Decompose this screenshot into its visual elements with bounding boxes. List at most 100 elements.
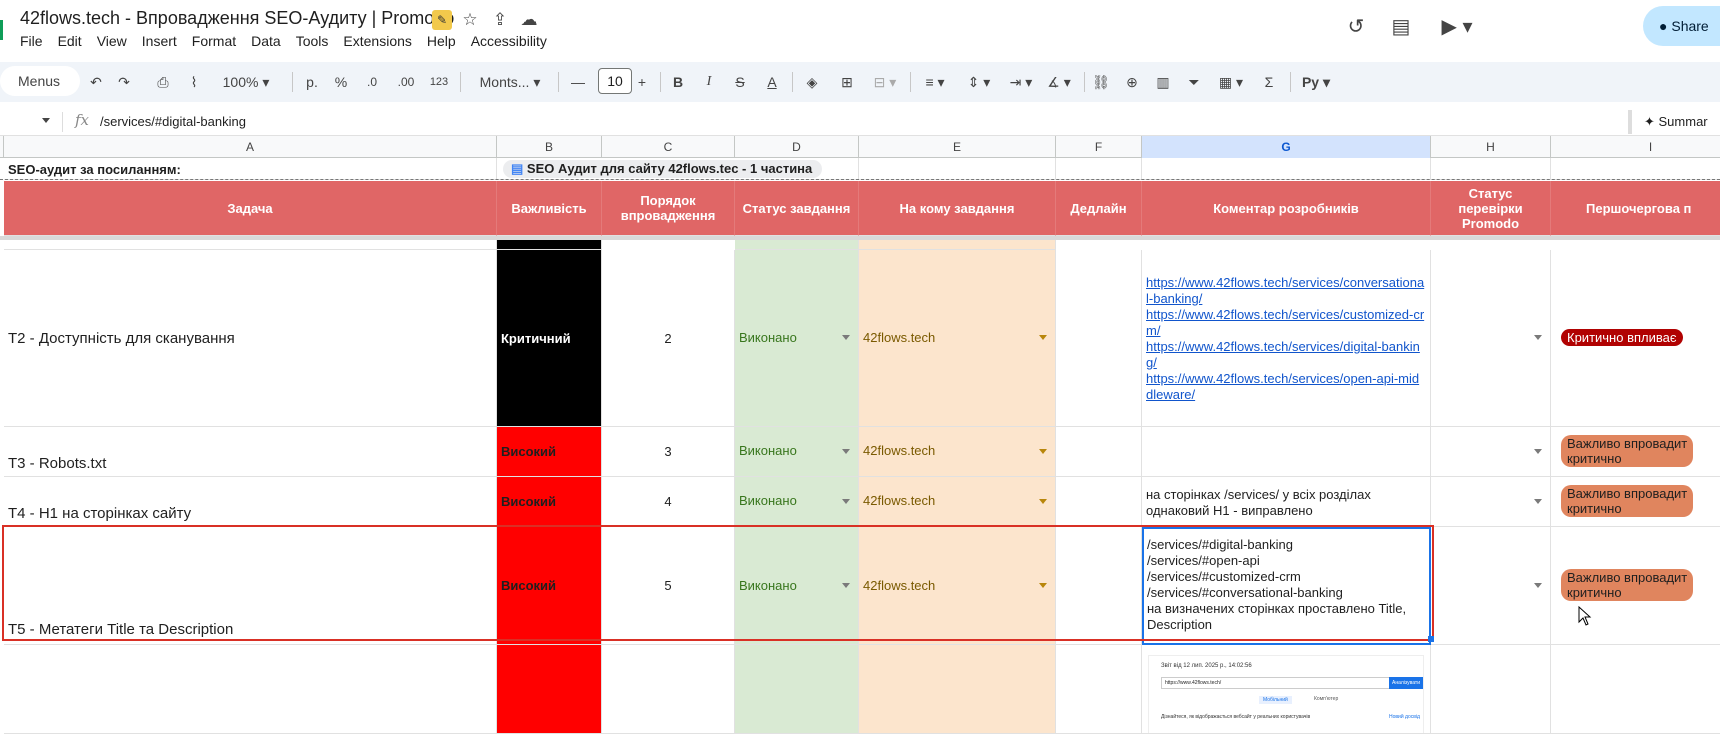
- header-priority[interactable]: Першочергова п: [1551, 181, 1720, 236]
- formula-input[interactable]: /services/#digital-banking: [100, 114, 246, 129]
- merge-cells-icon[interactable]: ⊟ ▾: [868, 70, 902, 94]
- comment-link[interactable]: https://www.42flows.tech/services/open-a…: [1146, 371, 1426, 403]
- insert-link-icon[interactable]: ⛓: [1090, 70, 1112, 94]
- column-header-c[interactable]: C: [602, 136, 735, 158]
- cell-importance-t5[interactable]: Високий: [497, 527, 602, 645]
- zoom-select[interactable]: 100% ▾: [216, 70, 276, 94]
- cell-importance-next[interactable]: [497, 645, 602, 734]
- text-rotation-icon[interactable]: ∡ ▾: [1042, 70, 1076, 94]
- column-header-a[interactable]: A: [4, 136, 497, 158]
- cell-promodo-status-t2[interactable]: [1431, 250, 1551, 427]
- redo-icon[interactable]: ↷: [114, 70, 134, 94]
- cell-deadline-t5[interactable]: [1056, 527, 1142, 645]
- cell-promodo-status-next[interactable]: [1431, 645, 1551, 734]
- menu-help[interactable]: Help: [427, 33, 456, 49]
- chevron-down-icon[interactable]: [1534, 335, 1542, 340]
- text-wrapping-icon[interactable]: ⇥ ▾: [1004, 70, 1038, 94]
- priority-chip[interactable]: Критично впливає: [1561, 329, 1683, 346]
- text-color-button[interactable]: A: [762, 70, 782, 94]
- header-promodo-status[interactable]: Статус перевірки Promodo: [1431, 181, 1551, 236]
- header-deadline[interactable]: Дедлайн: [1056, 181, 1142, 236]
- chevron-down-icon[interactable]: [1039, 448, 1047, 454]
- menus-search[interactable]: Menus: [0, 66, 80, 96]
- cell-partial-e[interactable]: [859, 240, 1056, 250]
- cell-task-next[interactable]: [4, 645, 497, 734]
- chevron-down-icon[interactable]: [842, 335, 850, 340]
- cell-status-next[interactable]: [735, 645, 859, 734]
- cell-owner-t4[interactable]: 42flows.tech: [859, 477, 1056, 527]
- cell-comment-t4[interactable]: на сторінках /services/ у всіх розділах …: [1142, 477, 1431, 527]
- summarize-button[interactable]: ✦ Summar: [1628, 110, 1720, 134]
- comment-link[interactable]: https://www.42flows.tech/services/custom…: [1146, 307, 1426, 339]
- font-size-input[interactable]: 10: [598, 68, 632, 94]
- column-header-f[interactable]: F: [1056, 136, 1142, 158]
- cell-owner-t3[interactable]: 42flows.tech: [859, 427, 1056, 477]
- bold-button[interactable]: B: [668, 70, 688, 94]
- cell-comment-next[interactable]: Звіт від 12 лип. 2025 р., 14:02:56 https…: [1142, 645, 1431, 734]
- cell-task-t3[interactable]: T3 - Robots.txt: [4, 427, 497, 477]
- comment-link[interactable]: https://www.42flows.tech/services/conver…: [1146, 275, 1426, 307]
- cell-comment-t3[interactable]: [1142, 427, 1431, 477]
- chevron-down-icon[interactable]: [1039, 582, 1047, 588]
- chevron-down-icon[interactable]: [1534, 498, 1542, 504]
- decrease-decimal-button[interactable]: .0: [360, 70, 384, 94]
- cell-importance-t4[interactable]: Високий: [497, 477, 602, 527]
- cell-status-t5[interactable]: Виконано: [735, 527, 859, 645]
- smart-chip[interactable]: ▤ SEO Аудит для сайту 42flows.tec - 1 ча…: [503, 160, 823, 178]
- header-order[interactable]: Порядок впровадження: [602, 181, 735, 236]
- cell-status-t2[interactable]: Виконано: [735, 250, 859, 427]
- chevron-down-icon[interactable]: [1039, 498, 1047, 504]
- cell-i1[interactable]: [1551, 158, 1720, 180]
- cell-priority-t4[interactable]: Важливо впровадит критично: [1551, 477, 1720, 527]
- font-size-increase-button[interactable]: +: [632, 70, 652, 94]
- version-history-icon[interactable]: ↺: [1343, 14, 1369, 40]
- cell-order-t4[interactable]: 4: [602, 477, 735, 527]
- cell-importance-t3[interactable]: Високий: [497, 427, 602, 477]
- paint-format-icon[interactable]: ⌇: [184, 70, 204, 94]
- undo-icon[interactable]: ↶: [86, 70, 106, 94]
- column-header-i[interactable]: I: [1551, 136, 1720, 158]
- comment-link[interactable]: https://www.42flows.tech/services/digita…: [1146, 339, 1426, 371]
- menu-tools[interactable]: Tools: [296, 33, 329, 49]
- column-header-e[interactable]: E: [859, 136, 1056, 158]
- column-header-g[interactable]: G: [1142, 136, 1431, 158]
- cell-partial-b[interactable]: [497, 240, 602, 250]
- cell-deadline-next[interactable]: [1056, 645, 1142, 734]
- cell-deadline-t3[interactable]: [1056, 427, 1142, 477]
- priority-chip[interactable]: Важливо впровадит критично: [1561, 485, 1694, 517]
- move-icon[interactable]: ⇪: [490, 10, 510, 30]
- cell-g1[interactable]: [1142, 158, 1431, 180]
- cell-owner-t2[interactable]: 42flows.tech: [859, 250, 1056, 427]
- header-dev-comment[interactable]: Коментар розробників: [1142, 181, 1431, 236]
- font-size-decrease-button[interactable]: —: [568, 70, 588, 94]
- cell-comment-t2[interactable]: https://www.42flows.tech/services/conver…: [1142, 250, 1431, 427]
- comments-icon[interactable]: ▤: [1388, 14, 1414, 40]
- number-format-button[interactable]: 123: [426, 70, 452, 94]
- cell-partial-a[interactable]: [4, 240, 497, 250]
- cell-f1[interactable]: [1056, 158, 1142, 180]
- menu-extensions[interactable]: Extensions: [343, 33, 411, 49]
- fill-color-icon[interactable]: ◈: [800, 70, 824, 94]
- menu-format[interactable]: Format: [192, 33, 236, 49]
- extension-icon[interactable]: ✎: [432, 10, 452, 30]
- increase-decimal-button[interactable]: .00: [392, 70, 420, 94]
- star-icon[interactable]: ☆: [460, 10, 480, 30]
- functions-icon[interactable]: Σ: [1258, 70, 1280, 94]
- cell-order-t3[interactable]: 3: [602, 427, 735, 477]
- header-status[interactable]: Статус завдання: [735, 181, 859, 236]
- font-select[interactable]: Monts... ▾: [470, 70, 550, 94]
- cell-promodo-status-t3[interactable]: [1431, 427, 1551, 477]
- menu-view[interactable]: View: [97, 33, 127, 49]
- chevron-down-icon[interactable]: [842, 582, 850, 588]
- cell-priority-t3[interactable]: Важливо впровадит критично: [1551, 427, 1720, 477]
- header-task[interactable]: Задача: [4, 181, 497, 236]
- embedded-screenshot[interactable]: Звіт від 12 лип. 2025 р., 14:02:56 https…: [1148, 655, 1424, 733]
- filter-icon[interactable]: ⏷: [1183, 70, 1205, 94]
- document-title[interactable]: 42flows.tech - Впровадження SEO-Аудиту |…: [20, 8, 454, 29]
- menu-file[interactable]: File: [20, 33, 43, 49]
- priority-chip[interactable]: Важливо впровадит критично: [1561, 569, 1694, 601]
- horizontal-align-icon[interactable]: ≡ ▾: [918, 70, 952, 94]
- menu-edit[interactable]: Edit: [58, 33, 82, 49]
- cell-h1[interactable]: [1431, 158, 1551, 180]
- cell-deadline-t2[interactable]: [1056, 250, 1142, 427]
